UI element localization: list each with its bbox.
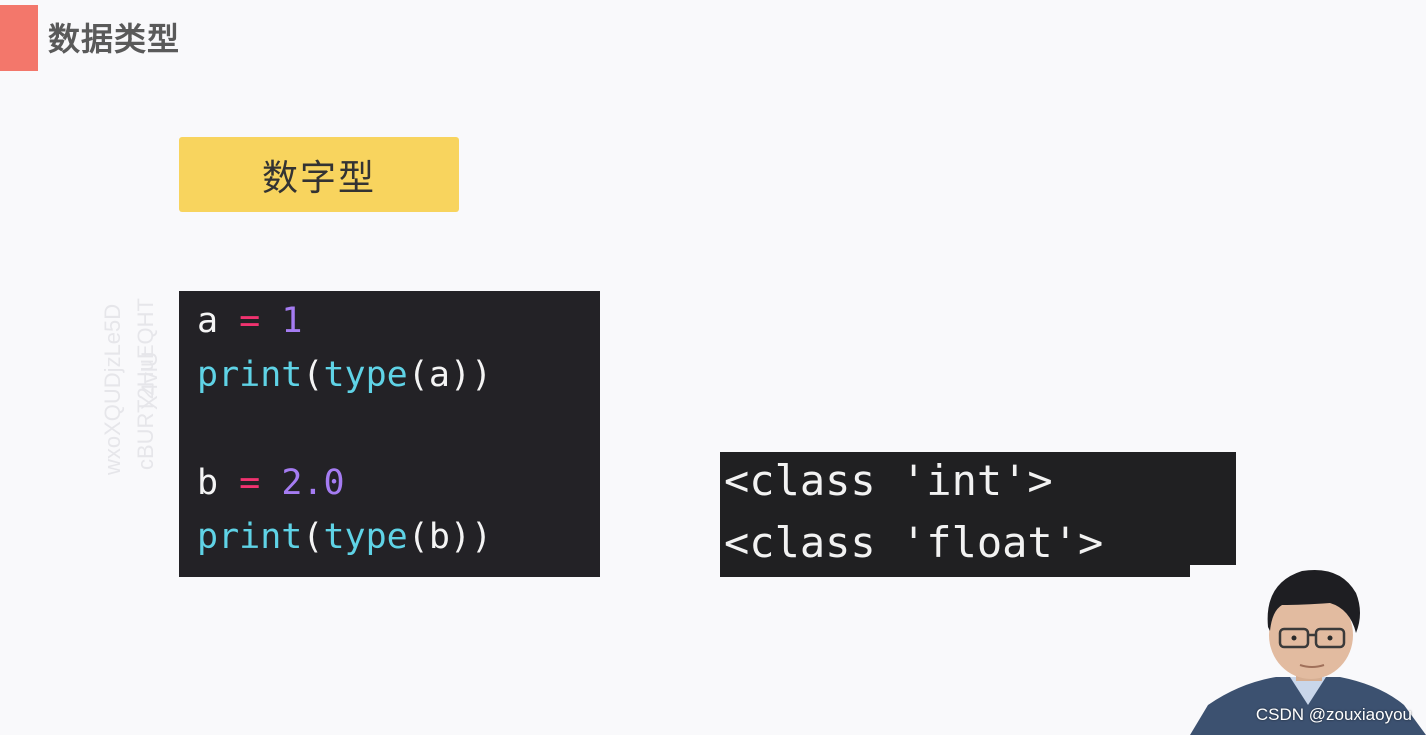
code-number: 1 <box>281 301 303 341</box>
csdn-credit: CSDN @zouxiaoyou <box>1255 705 1412 724</box>
code-variable: a <box>428 355 450 395</box>
code-paren: ( <box>302 517 324 557</box>
output-line-2: <class 'float'> <box>724 518 1104 567</box>
code-number: 2.0 <box>281 463 345 503</box>
code-function: print <box>197 517 303 557</box>
code-variable: b <box>197 463 219 503</box>
code-line-1: a = 1 <box>197 294 600 348</box>
code-line-2: print(type(a)) <box>197 348 600 402</box>
code-paren: )) <box>449 355 493 395</box>
code-variable: a <box>197 301 219 341</box>
code-paren: ( <box>407 355 429 395</box>
code-paren: )) <box>449 517 493 557</box>
slide-title: 数据类型 <box>48 20 181 58</box>
code-operator: = <box>239 463 261 503</box>
watermark: wxoXQUDjzLe5D cBURT2HuEQHT X4vlU <box>30 280 180 480</box>
code-editor-panel: a = 1 print(type(a)) b = 2.0 print(type(… <box>179 291 600 577</box>
code-function: type <box>323 517 408 557</box>
code-function: print <box>197 355 303 395</box>
output-line-1: <class 'int'> <box>724 456 1053 505</box>
code-paren: ( <box>407 517 429 557</box>
section-label-text: 数字型 <box>261 157 376 199</box>
code-paren: ( <box>302 355 324 395</box>
section-label: 数字型 <box>179 137 459 212</box>
watermark-line-1: wxoXQUDjzLe5D <box>100 304 125 476</box>
presenter-video: CSDN @zouxiaoyou <box>1190 565 1426 735</box>
code-variable: b <box>428 517 450 557</box>
code-line-4: print(type(b)) <box>197 510 600 564</box>
title-accent-bar <box>0 5 38 71</box>
code-function: type <box>323 355 408 395</box>
console-output-panel: <class 'int'> <class 'float'> <box>720 452 1236 577</box>
watermark-line-3: X4vlU <box>137 351 162 410</box>
code-line-3: b = 2.0 <box>197 456 600 510</box>
code-operator: = <box>239 301 261 341</box>
